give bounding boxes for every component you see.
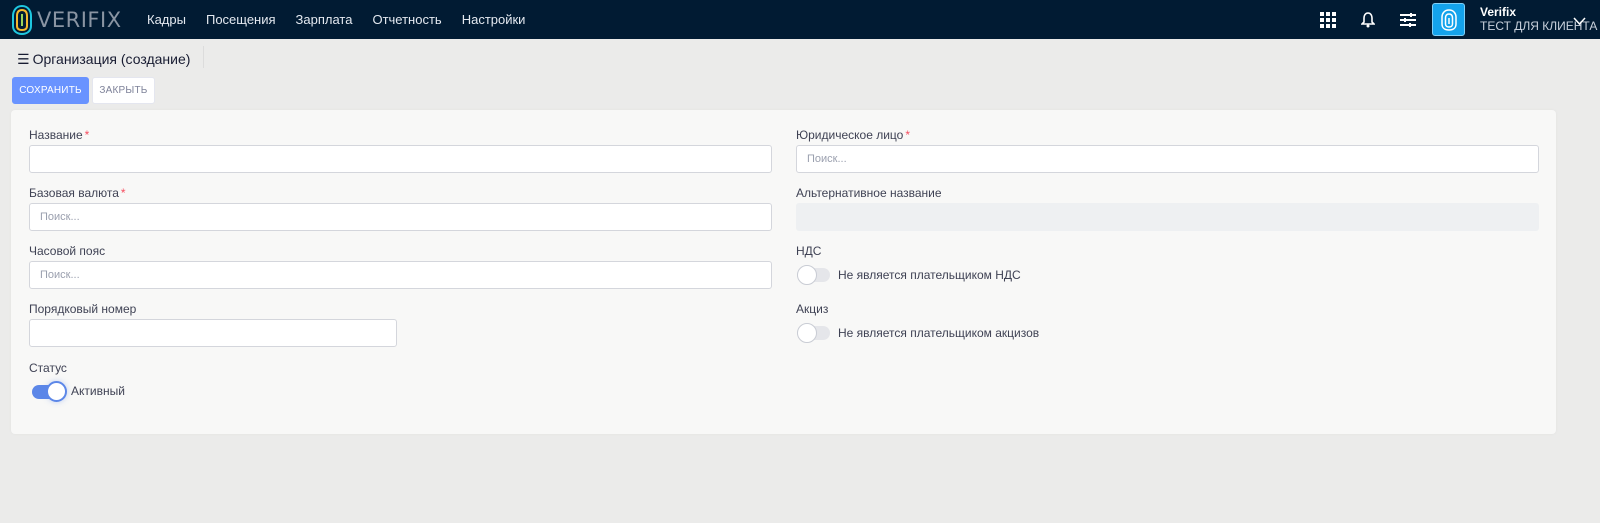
save-button[interactable]: СОХРАНИТЬ <box>12 77 89 104</box>
excise-toggle-text: Не является плательщиком акцизов <box>838 326 1040 340</box>
vat-toggle-text: Не является плательщиком НДС <box>838 268 1021 282</box>
base-currency-label: Базовая валюта * <box>29 186 126 200</box>
divider <box>203 46 204 68</box>
toggle-knob <box>797 323 817 343</box>
legal-entity-label-text: Юридическое лицо <box>796 128 904 142</box>
status-toggle-text: Активный <box>71 384 125 398</box>
base-currency-search-input[interactable]: Поиск... <box>29 203 772 231</box>
fingerprint-logo-icon <box>10 4 34 36</box>
close-button[interactable]: ЗАКРЫТЬ <box>92 77 155 104</box>
main-menu: Кадры Посещения Зарплата Отчетность Наст… <box>137 0 535 39</box>
avatar[interactable] <box>1432 3 1465 36</box>
timezone-label: Часовой пояс <box>29 244 106 258</box>
top-navbar: VERIFIX Кадры Посещения Зарплата Отчетно… <box>0 0 1600 39</box>
page-title-text: Организация (создание) <box>32 51 191 67</box>
nav-item-staff[interactable]: Кадры <box>137 0 196 39</box>
vat-label: НДС <box>796 244 822 258</box>
order-number-label: Порядковый номер <box>29 302 137 316</box>
toggle-knob <box>797 265 817 285</box>
nav-item-salary[interactable]: Зарплата <box>286 0 363 39</box>
name-label: Название * <box>29 128 89 142</box>
page-title: ☰ Организация (создание) <box>17 50 190 68</box>
alt-name-field <box>796 203 1539 231</box>
timezone-search-input[interactable]: Поиск... <box>29 261 772 289</box>
name-label-text: Название <box>29 128 83 142</box>
alt-name-label: Альтернативное название <box>796 186 942 200</box>
order-number-field[interactable] <box>29 319 397 347</box>
excise-label: Акциз <box>796 302 829 316</box>
name-field[interactable] <box>29 145 772 173</box>
required-mark: * <box>905 128 910 142</box>
sliders-icon[interactable] <box>1388 0 1428 39</box>
status-toggle[interactable] <box>32 381 67 402</box>
brand-name: VERIFIX <box>37 7 122 32</box>
grid-icon[interactable] <box>1308 0 1348 39</box>
vat-toggle[interactable] <box>797 265 830 285</box>
chevron-down-icon[interactable] <box>1573 13 1586 31</box>
required-mark: * <box>84 128 90 142</box>
hamburger-icon[interactable]: ☰ <box>17 51 30 68</box>
toggle-knob <box>46 381 67 402</box>
required-mark: * <box>120 186 126 200</box>
base-currency-label-text: Базовая валюта <box>29 186 119 200</box>
navbar-right: Verifix ТЕСТ ДЛЯ КЛИЕНТА <box>1308 0 1600 39</box>
status-label: Статус <box>29 361 67 375</box>
brand[interactable]: VERIFIX <box>0 0 137 39</box>
legal-entity-search-input[interactable]: Поиск... <box>796 145 1539 173</box>
bell-icon[interactable] <box>1348 0 1388 39</box>
nav-item-attendance[interactable]: Посещения <box>196 0 286 39</box>
nav-item-settings[interactable]: Настройки <box>452 0 536 39</box>
excise-toggle[interactable] <box>797 323 830 343</box>
form-card: Название * Базовая валюта * Поиск... Часов… <box>11 110 1556 434</box>
nav-item-reports[interactable]: Отчетность <box>362 0 451 39</box>
legal-entity-label: Юридическое лицо * <box>796 128 910 142</box>
